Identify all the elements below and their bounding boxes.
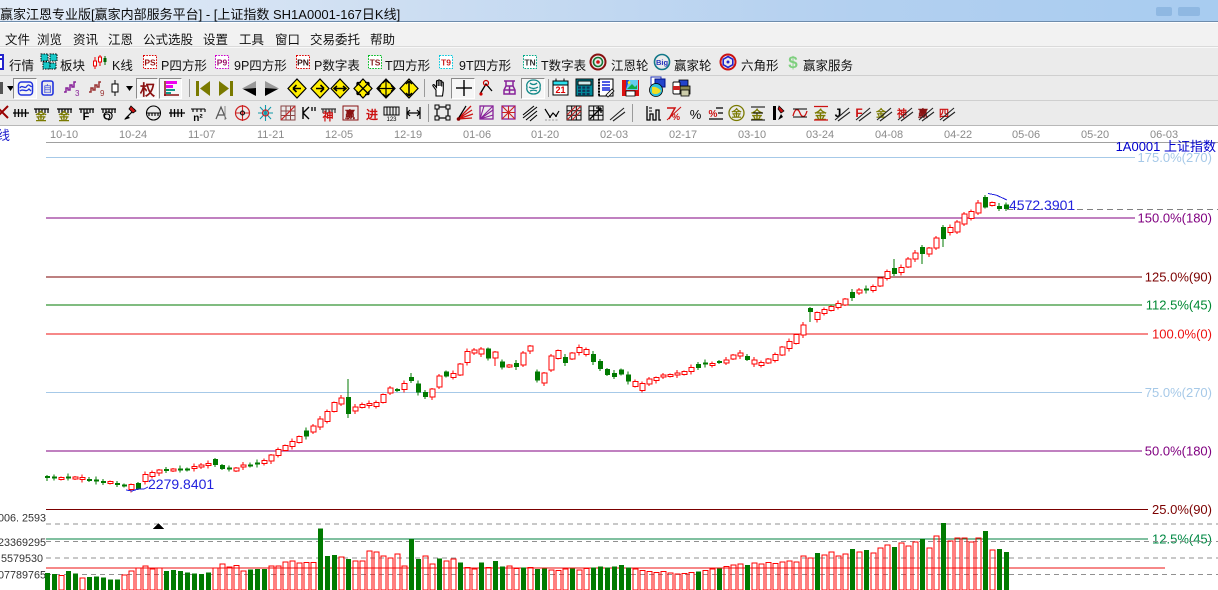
svg-text:Big: Big — [656, 58, 669, 67]
svg-text:T9: T9 — [441, 58, 451, 68]
svg-text:12-05: 12-05 — [325, 129, 353, 141]
svg-text:10-10: 10-10 — [50, 129, 78, 141]
svg-text:50.0%(180): 50.0%(180) — [1145, 444, 1212, 459]
svg-text:23369295: 23369295 — [0, 537, 46, 549]
svg-text:自: 自 — [43, 83, 52, 94]
svg-text:04-08: 04-08 — [875, 129, 903, 141]
svg-text:125.0%(90): 125.0%(90) — [1145, 270, 1212, 285]
svg-text:07789765: 07789765 — [0, 570, 46, 582]
svg-text:.5579530: .5579530 — [0, 553, 43, 565]
svg-text:TS: TS — [370, 58, 381, 68]
svg-text:01-06: 01-06 — [463, 129, 491, 141]
svg-text:25.0%(90): 25.0%(90) — [1152, 502, 1212, 517]
svg-text:123: 123 — [386, 117, 397, 123]
svg-text:4572.3901: 4572.3901 — [1009, 197, 1075, 213]
svg-text:PS: PS — [144, 58, 156, 68]
svg-text:11-21: 11-21 — [257, 129, 284, 141]
svg-text:03-24: 03-24 — [806, 129, 834, 141]
svg-text:P9: P9 — [217, 58, 228, 68]
svg-text:12-19: 12-19 — [394, 129, 422, 141]
svg-text:%: % — [672, 112, 680, 122]
svg-text:金: 金 — [58, 109, 71, 123]
svg-text:%: % — [690, 107, 702, 122]
svg-text:线: 线 — [0, 128, 10, 143]
svg-text:05-06: 05-06 — [1012, 129, 1040, 141]
svg-text:100.0%(0): 100.0%(0) — [1152, 327, 1212, 342]
svg-text:01-20: 01-20 — [531, 129, 559, 141]
svg-text:9: 9 — [100, 89, 105, 97]
svg-text:赢: 赢 — [345, 108, 355, 121]
svg-text:金: 金 — [731, 107, 743, 120]
svg-text:02-17: 02-17 — [669, 129, 697, 141]
svg-text:11-07: 11-07 — [188, 129, 215, 141]
svg-text:n²: n² — [193, 113, 203, 123]
svg-text:05-20: 05-20 — [1081, 129, 1109, 141]
svg-text:进: 进 — [366, 107, 378, 122]
svg-text:04-22: 04-22 — [944, 129, 972, 141]
svg-text:150.0%(180): 150.0%(180) — [1138, 211, 1212, 226]
svg-text:1A0001 上证指数: 1A0001 上证指数 — [1116, 139, 1216, 154]
svg-text:21: 21 — [555, 85, 565, 95]
svg-text:F: F — [83, 111, 90, 123]
svg-text:神: 神 — [323, 109, 334, 123]
svg-text:PN: PN — [297, 58, 309, 68]
svg-text:TN: TN — [524, 58, 535, 68]
svg-text:03-10: 03-10 — [738, 129, 766, 141]
svg-text:75.0%(270): 75.0%(270) — [1145, 385, 1212, 400]
svg-text:006. 2593: 006. 2593 — [0, 513, 46, 525]
svg-text:%: % — [709, 109, 718, 120]
svg-text:12.5%(45): 12.5%(45) — [1152, 532, 1212, 547]
svg-text:02-03: 02-03 — [600, 129, 628, 141]
svg-text:金: 金 — [35, 109, 48, 123]
svg-text:$: $ — [788, 53, 798, 72]
svg-text:112.5%(45): 112.5%(45) — [1146, 298, 1212, 313]
svg-text:2279.8401: 2279.8401 — [148, 476, 214, 492]
svg-text:3: 3 — [75, 89, 80, 97]
svg-text:10-24: 10-24 — [119, 129, 147, 141]
